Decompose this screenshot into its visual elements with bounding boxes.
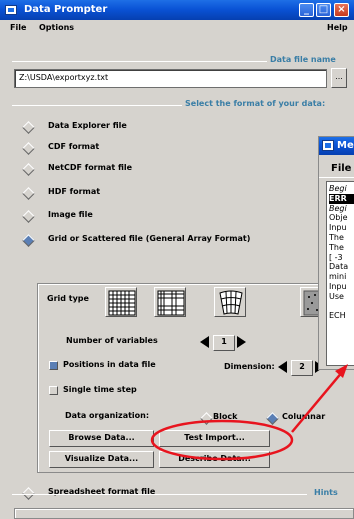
message-line — [329, 302, 354, 312]
message-line: Data — [329, 262, 349, 272]
number-of-variables-stepper[interactable]: 1 — [200, 335, 260, 351]
grid-options-group: Grid type Number of variables 1 Position… — [37, 283, 354, 473]
grid-regular-icon[interactable] — [105, 287, 137, 317]
message-window[interactable]: Me File Begi ERR Begi Obje Inpu The The[ -3 Dat… — [318, 136, 354, 370]
menu-bar: File Options Help — [0, 20, 354, 37]
window-title: Data Prompter — [24, 4, 108, 15]
menu-options[interactable]: Options — [39, 23, 74, 32]
dimension-value[interactable]: 2 — [291, 360, 313, 376]
data-organization-label: Data organization: — [65, 411, 150, 420]
message-line: Use — [329, 291, 344, 301]
number-of-variables-label: Number of variables — [66, 336, 158, 345]
radio-diamond[interactable] — [22, 142, 35, 155]
radio-diamond-selected[interactable] — [22, 234, 35, 247]
message-line: ERR — [329, 193, 354, 204]
number-of-variables-value[interactable]: 1 — [213, 335, 235, 351]
single-time-step-label: Single time step — [63, 385, 137, 394]
grid-irregular-icon[interactable] — [154, 287, 186, 317]
single-time-step-checkbox[interactable] — [49, 386, 58, 395]
radio-diamond-selected[interactable] — [266, 412, 279, 425]
app-icon — [5, 5, 17, 15]
message-line: The — [329, 242, 344, 252]
format-section-label: Select the format of your data: — [185, 99, 326, 108]
decrement-arrow-icon[interactable] — [278, 361, 287, 373]
message-line: Begi — [329, 184, 347, 193]
message-line: Inpu — [329, 223, 347, 233]
format-option-label: HDF format — [48, 187, 101, 196]
message-window-title-bar[interactable]: Me — [319, 137, 354, 155]
format-option-grid-scattered[interactable]: Grid or Scattered file (General Array Fo… — [20, 234, 350, 248]
radio-diamond[interactable] — [22, 163, 35, 176]
message-line: The — [329, 232, 344, 242]
divider — [12, 61, 267, 62]
divider — [12, 494, 307, 495]
maximize-button[interactable]: □ — [316, 3, 331, 17]
message-text-pane[interactable]: Begi ERR Begi Obje Inpu The The[ -3 Data mini Inp… — [326, 181, 354, 366]
data-org-block-radio[interactable]: Block — [198, 412, 268, 426]
data-org-columnar-label: Columnar — [282, 412, 326, 421]
menu-help[interactable]: Help — [327, 23, 348, 32]
message-window-menu-file[interactable]: File — [331, 163, 351, 174]
data-file-input[interactable]: Z:\USDA\exportxyz.txt — [14, 69, 327, 88]
positions-in-data-file-checkbox[interactable] — [49, 361, 58, 370]
data-prompter-window: Data Prompter _ □ × File Options Help Da… — [0, 0, 354, 519]
message-line: Begi — [329, 203, 347, 213]
format-option-hdf[interactable]: HDF format — [20, 187, 320, 201]
divider — [12, 105, 182, 106]
dimension-label: Dimension: — [224, 362, 275, 371]
grid-warped-icon[interactable] — [214, 287, 246, 317]
message-window-title: Me — [337, 140, 354, 151]
message-line: ECH — [329, 311, 346, 321]
divider — [319, 177, 354, 178]
radio-diamond[interactable] — [200, 412, 213, 425]
data-file-label: Data file name — [270, 55, 336, 64]
title-bar[interactable]: Data Prompter _ □ × — [0, 0, 354, 20]
format-option-image[interactable]: Image file — [20, 210, 320, 224]
format-option-label: Grid or Scattered file (General Array Fo… — [48, 234, 251, 243]
positions-in-data-file-label: Positions in data file — [63, 360, 156, 369]
format-option-label: NetCDF format file — [48, 163, 133, 172]
format-option-data-explorer[interactable]: Data Explorer file — [20, 121, 320, 135]
browse-file-button[interactable]: ... — [331, 68, 347, 88]
radio-diamond[interactable] — [22, 187, 35, 200]
decrement-arrow-icon[interactable] — [200, 336, 209, 348]
grid-type-label: Grid type — [47, 294, 89, 303]
describe-data-button[interactable]: Describe Data... — [159, 451, 270, 468]
message-line: Obje — [329, 213, 348, 223]
radio-diamond[interactable] — [22, 121, 35, 134]
close-button[interactable]: × — [334, 3, 349, 17]
format-option-netcdf[interactable]: NetCDF format file — [20, 163, 320, 177]
minimize-button[interactable]: _ — [299, 3, 314, 17]
message-line: mini — [329, 272, 347, 282]
visualize-data-button[interactable]: Visualize Data... — [49, 451, 154, 468]
message-line: [ -3 — [329, 252, 343, 262]
format-option-label: Data Explorer file — [48, 121, 127, 130]
hints-box — [14, 508, 354, 519]
message-line: Inpu — [329, 281, 347, 291]
message-window-icon — [322, 140, 334, 151]
format-option-cdf[interactable]: CDF format — [20, 142, 320, 156]
increment-arrow-icon[interactable] — [237, 336, 246, 348]
hints-label: Hints — [314, 488, 338, 497]
data-org-block-label: Block — [213, 412, 238, 421]
data-org-columnar-radio[interactable]: Columnar — [264, 412, 354, 426]
browse-data-button[interactable]: Browse Data... — [49, 430, 154, 447]
menu-file[interactable]: File — [10, 23, 26, 32]
format-option-label: Image file — [48, 210, 93, 219]
test-import-button[interactable]: Test Import... — [159, 430, 270, 447]
radio-diamond[interactable] — [22, 210, 35, 223]
format-option-label: CDF format — [48, 142, 100, 151]
